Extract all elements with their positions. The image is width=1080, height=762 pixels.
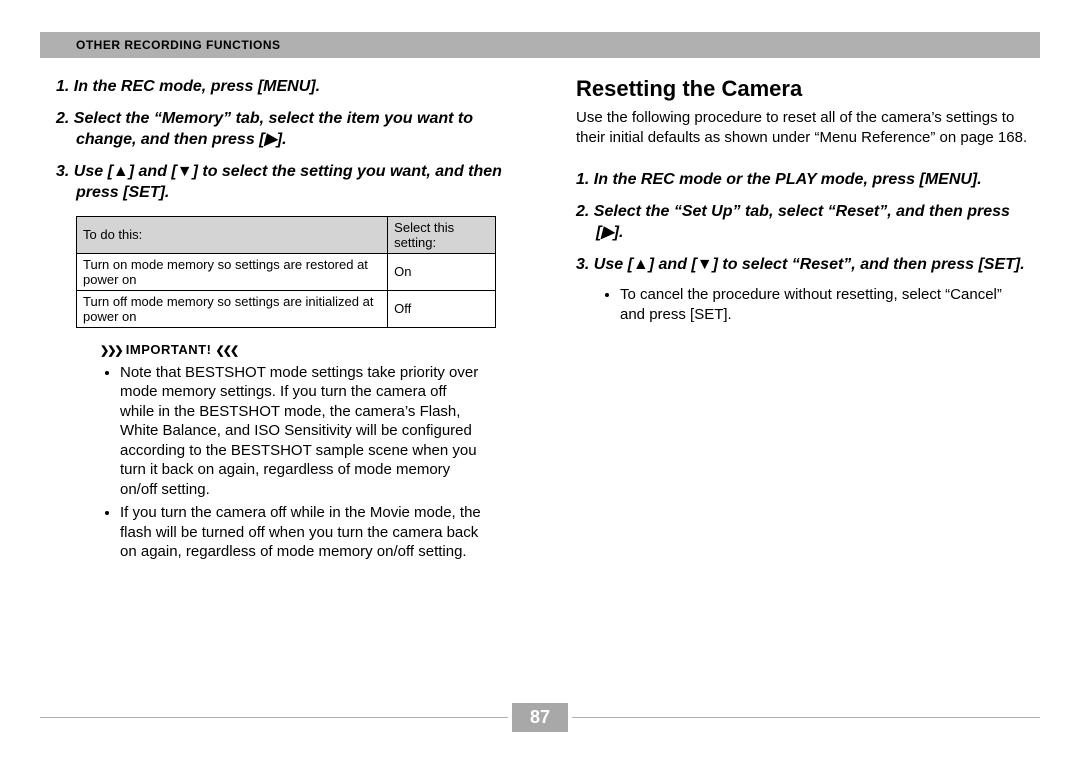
section-header-bar: Other Recording Functions <box>40 32 1040 58</box>
page-footer: 87 <box>40 703 1040 732</box>
table-header-c1: To do this: <box>77 216 388 253</box>
list-item: Note that BESTSHOT mode settings take pr… <box>120 363 484 500</box>
r-step-1-text: In the REC mode or the PLAY mode, press … <box>594 171 982 188</box>
right-column: Resetting the Camera Use the following p… <box>560 76 1040 566</box>
step-2-text: Select the “Memory” tab, select the item… <box>74 110 473 149</box>
important-label: ❯❯❯ IMPORTANT! ❮❮❮ <box>100 342 520 357</box>
page-heading: Resetting the Camera <box>576 76 1040 102</box>
r-step-3-text: Use [▲] and [▼] to select “Reset”, and t… <box>594 256 1025 273</box>
table-header-c2: Select this setting: <box>388 216 496 253</box>
page-number: 87 <box>512 703 568 732</box>
r-step-2: 2. Select the “Set Up” tab, select “Rese… <box>560 201 1040 244</box>
cancel-note: To cancel the procedure without resettin… <box>604 285 1040 324</box>
section-title: Other Recording Functions <box>76 38 281 52</box>
important-bullets: Note that BESTSHOT mode settings take pr… <box>104 363 520 562</box>
important-deco-right: ❮❮❮ <box>216 345 238 357</box>
step-1-text: In the REC mode, press [MENU]. <box>74 78 320 95</box>
intro-text: Use the following procedure to reset all… <box>576 108 1040 147</box>
step-3-text: Use [▲] and [▼] to select the setting yo… <box>74 163 502 202</box>
footer-line-left <box>40 717 508 718</box>
table-cell: On <box>388 253 496 290</box>
important-deco-left: ❯❯❯ <box>100 345 122 357</box>
table-header-row: To do this: Select this setting: <box>77 216 496 253</box>
step-2: 2. Select the “Memory” tab, select the i… <box>40 108 520 151</box>
content-columns: 1. In the REC mode, press [MENU]. 2. Sel… <box>40 76 1040 566</box>
r-step-1: 1. In the REC mode or the PLAY mode, pre… <box>560 169 1040 191</box>
table-cell: Off <box>388 290 496 327</box>
list-item: To cancel the procedure without resettin… <box>620 285 1020 324</box>
table-row: Turn off mode memory so settings are ini… <box>77 290 496 327</box>
list-item: If you turn the camera off while in the … <box>120 503 484 562</box>
settings-table: To do this: Select this setting: Turn on… <box>76 216 496 328</box>
r-step-2-text: Select the “Set Up” tab, select “Reset”,… <box>594 203 1010 242</box>
table-row: Turn on mode memory so settings are rest… <box>77 253 496 290</box>
step-1: 1. In the REC mode, press [MENU]. <box>40 76 520 98</box>
important-label-text: IMPORTANT! <box>126 342 212 357</box>
table-cell: Turn off mode memory so settings are ini… <box>77 290 388 327</box>
r-step-3: 3. Use [▲] and [▼] to select “Reset”, an… <box>560 254 1040 276</box>
step-3: 3. Use [▲] and [▼] to select the setting… <box>40 161 520 204</box>
footer-line-right <box>572 717 1040 718</box>
table-cell: Turn on mode memory so settings are rest… <box>77 253 388 290</box>
left-column: 1. In the REC mode, press [MENU]. 2. Sel… <box>40 76 520 566</box>
